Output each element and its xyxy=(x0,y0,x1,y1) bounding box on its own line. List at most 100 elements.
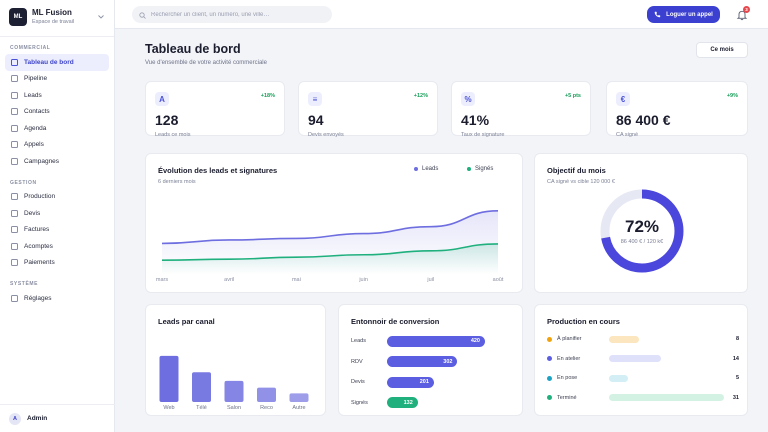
channels-chart: Web Télé Salon Reco Autre xyxy=(159,355,309,411)
user-icon: A xyxy=(155,92,169,106)
brand-subtitle: Espace de travail xyxy=(32,19,75,25)
production-label: Terminé xyxy=(557,394,577,401)
sidebar-item[interactable]: Contacts xyxy=(5,104,109,121)
brand[interactable]: ML ML Fusion Espace de travail xyxy=(0,0,114,34)
kpi-card-quotes[interactable]: ≡ +12% 94 Devis envoyés xyxy=(298,81,438,138)
funnel-bar: 132 xyxy=(387,397,418,408)
funnel-title: Entonnoir de conversion xyxy=(351,317,440,326)
funnel-row: Leads 420 xyxy=(351,335,485,347)
x-tick-label: juin xyxy=(358,277,368,283)
kpi-delta: +18% xyxy=(260,93,275,99)
sidebar-item[interactable]: Appels xyxy=(5,137,109,154)
sidebar-item[interactable]: Agenda xyxy=(5,120,109,137)
avatar: A xyxy=(9,412,21,425)
search-icon xyxy=(139,6,146,24)
nav-item-icon xyxy=(11,242,18,250)
kpi-delta: +12% xyxy=(413,93,428,99)
x-tick-label: juil xyxy=(426,277,434,283)
kpi-value: 41% xyxy=(461,112,490,128)
channel-bar xyxy=(289,393,309,402)
goal-detail: 86 400 € / 120 k€ xyxy=(620,239,664,245)
sidebar-item[interactable]: Réglages xyxy=(5,290,109,307)
nav-section-label: GESTION xyxy=(10,179,37,186)
sidebar-item-label: Appels xyxy=(24,141,44,149)
x-tick-label: mars xyxy=(156,277,168,283)
sidebar-item[interactable]: Tableau de bord xyxy=(5,54,109,71)
sidebar-item-label: Contacts xyxy=(24,108,50,116)
document-icon: ≡ xyxy=(308,92,322,106)
sidebar-item[interactable]: Production xyxy=(5,189,109,206)
search-input[interactable] xyxy=(151,11,331,18)
funnel-value: 132 xyxy=(403,399,413,406)
sidebar-item[interactable]: Paiements xyxy=(5,255,109,272)
sidebar-item-label: Acomptes xyxy=(24,242,53,250)
x-tick-label: avril xyxy=(224,277,234,283)
sidebar-item[interactable]: Devis xyxy=(5,205,109,222)
log-call-label: Loguer un appel xyxy=(666,11,713,18)
phone-icon xyxy=(654,11,661,18)
sidebar-item[interactable]: Factures xyxy=(5,222,109,239)
sidebar-item-label: Tableau de bord xyxy=(24,58,74,66)
kpi-value: 94 xyxy=(308,112,324,128)
production-card: Production en cours À planifier 8 En ateli… xyxy=(534,304,748,416)
sidebar-item[interactable]: Acomptes xyxy=(5,238,109,255)
sidebar-item[interactable]: Leads xyxy=(5,87,109,104)
kpi-card-revenue[interactable]: € +9% 86 400 € CA signé xyxy=(606,81,748,138)
nav-item-icon xyxy=(11,108,18,116)
sidebar-item-label: Agenda xyxy=(24,124,47,132)
funnel-value: 201 xyxy=(419,379,429,385)
user-profile[interactable]: A Admin xyxy=(0,404,115,432)
nav-item-icon xyxy=(11,193,18,201)
log-call-button[interactable]: Loguer un appel xyxy=(647,6,720,23)
nav-item-icon xyxy=(11,294,18,302)
page-subtitle: Vue d'ensemble de votre activité commerc… xyxy=(145,60,267,66)
production-bar xyxy=(609,355,661,362)
euro-icon: € xyxy=(616,92,630,106)
nav-item-icon xyxy=(11,259,18,267)
production-label: En pose xyxy=(557,375,578,381)
user-name: Admin xyxy=(27,415,48,422)
sidebar-item[interactable]: Pipeline xyxy=(5,71,109,88)
funnel-bar: 302 xyxy=(387,356,458,367)
production-row: Terminé 31 xyxy=(547,394,739,402)
kpi-label: CA signé xyxy=(616,132,639,138)
funnel-label: Leads xyxy=(351,338,366,344)
funnel-label: Signés xyxy=(351,399,368,406)
funnel-label: Devis xyxy=(351,379,365,385)
production-value: 31 xyxy=(732,394,739,401)
production-value: 5 xyxy=(735,375,739,381)
search-box[interactable] xyxy=(132,6,332,23)
funnel-card: Entonnoir de conversion Leads 420 RDV 302 De… xyxy=(338,304,523,416)
production-title: Production en cours xyxy=(547,317,620,326)
period-button[interactable]: Ce mois xyxy=(696,42,748,58)
goal-card: Objectif du mois CA signé vs cible 120 0… xyxy=(534,153,748,293)
channel-bar xyxy=(224,380,244,402)
brand-name: ML Fusion xyxy=(32,8,72,17)
sidebar-item[interactable]: Campagnes xyxy=(5,153,109,170)
channel-label: Web xyxy=(163,405,174,411)
goal-percent: 72% xyxy=(624,217,660,236)
channel-label: Reco xyxy=(260,405,273,411)
production-value: 8 xyxy=(735,336,739,342)
production-bar xyxy=(609,394,724,401)
nav-item-icon xyxy=(11,157,18,165)
production-label: À planifier xyxy=(557,336,582,342)
x-tick-label: mai xyxy=(292,277,301,283)
channels-card: Leads par canal Web Télé Salon Reco Autre xyxy=(145,304,326,416)
topbar: Loguer un appel 3 xyxy=(115,0,768,29)
channel-bar xyxy=(257,387,276,402)
status-dot xyxy=(547,356,552,361)
chevron-down-icon[interactable] xyxy=(97,13,105,21)
page-title: Tableau de bord xyxy=(145,42,241,56)
x-tick-label: août xyxy=(493,277,504,283)
sidebar: ML ML Fusion Espace de travail COMMERCIA… xyxy=(0,0,115,432)
channel-bar xyxy=(192,372,211,402)
kpi-card-signature-rate[interactable]: % +5 pts 41% Taux de signature xyxy=(451,81,591,138)
kpi-delta: +9% xyxy=(726,93,738,99)
funnel-bar: 420 xyxy=(387,335,485,347)
kpi-card-leads[interactable]: A +18% 128 Leads ce mois xyxy=(145,81,285,138)
funnel-label: RDV xyxy=(351,358,363,365)
sidebar-item-label: Devis xyxy=(24,209,41,217)
funnel-row: Signés 132 xyxy=(351,397,418,409)
kpi-value: 86 400 € xyxy=(616,112,671,128)
